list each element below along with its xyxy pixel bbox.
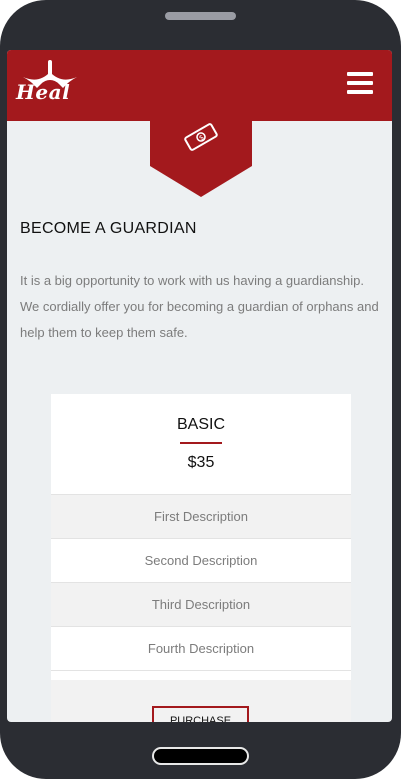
feature-spacer (51, 670, 351, 680)
hamburger-menu-icon (347, 72, 373, 76)
purchase-button[interactable]: PURCHASE (152, 706, 249, 722)
section-description: It is a big opportunity to work with us … (20, 273, 379, 340)
speaker-grille (165, 12, 236, 20)
menu-button[interactable] (347, 72, 373, 96)
home-button[interactable] (152, 747, 249, 765)
pricing-card: BASIC $35 First Description Second Descr… (51, 394, 351, 722)
phone-frame: Heal $ BECOME A GUARDIAN It is a big opp… (0, 0, 401, 779)
feature-item: Third Description (51, 582, 351, 626)
section-title: BECOME A GUARDIAN (20, 220, 197, 237)
logo-text: Heal (16, 80, 71, 104)
plan-divider (180, 442, 222, 444)
feature-item: Second Description (51, 538, 351, 582)
app-screen: Heal $ BECOME A GUARDIAN It is a big opp… (7, 50, 392, 722)
money-bill-icon: $ (184, 123, 218, 151)
plan-name: BASIC (176, 416, 225, 433)
feature-item: First Description (51, 494, 351, 538)
top-bar: Heal (7, 50, 392, 121)
plan-price: $35 (187, 454, 215, 471)
feature-item: Fourth Description (51, 626, 351, 670)
